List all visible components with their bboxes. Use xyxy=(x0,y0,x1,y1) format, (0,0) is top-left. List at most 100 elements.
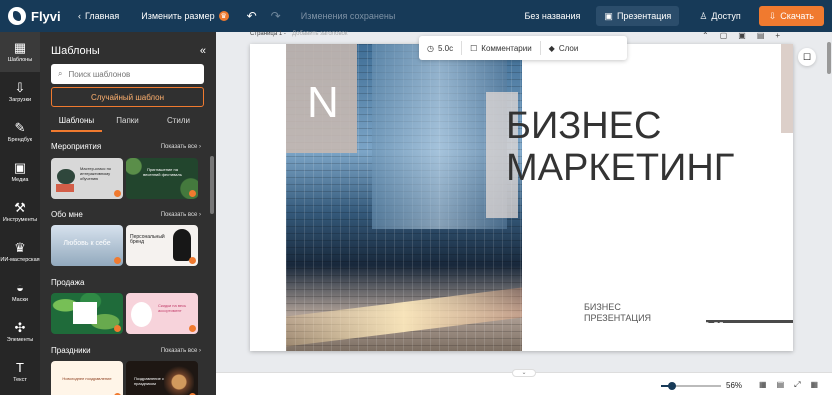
template-thumbnail-sale-1[interactable] xyxy=(51,293,123,334)
elements-icon: ✣ xyxy=(14,320,26,335)
section-events: Мероприятия Показать все › xyxy=(51,142,201,151)
chevron-up-icon[interactable]: ⌃ xyxy=(702,31,709,40)
zoom-slider-thumb[interactable] xyxy=(667,382,676,390)
comment-icon: ☐ xyxy=(802,51,812,62)
add-page-icon[interactable]: + xyxy=(775,31,780,40)
template-thumbnail-events-2[interactable]: Приглашение на весенний фестиваль xyxy=(126,158,198,199)
tab-folders[interactable]: Папки xyxy=(102,114,153,132)
text-icon: T xyxy=(16,360,24,375)
presentation-slide[interactable]: N БИЗНЕС МАРКЕТИНГ БИЗНЕС ПРЕЗЕНТАЦИЯ Fl… xyxy=(250,44,793,351)
layers-button[interactable]: ◆ Слои xyxy=(541,36,587,60)
nav-label: ИИ-мастерская xyxy=(0,257,40,263)
tab-styles[interactable]: Стили xyxy=(153,114,204,132)
duration-value: 5.0с xyxy=(437,43,454,53)
nav-label: Маски xyxy=(12,297,28,303)
resize-button[interactable]: Изменить размер ♛ xyxy=(141,11,229,21)
more-grid-icon[interactable]: ▦ xyxy=(811,380,819,390)
show-all-link[interactable]: Показать все › xyxy=(161,144,201,150)
nav-media[interactable]: ▣ Медиа xyxy=(0,152,40,192)
white-card xyxy=(73,302,97,324)
zoom-slider[interactable] xyxy=(661,382,721,390)
panel-title: Шаблоны xyxy=(51,45,100,57)
premium-badge xyxy=(114,190,121,197)
nav-text[interactable]: T Текст xyxy=(0,352,40,392)
collapse-icon[interactable]: « xyxy=(200,45,206,57)
chevron-left-icon: ‹ xyxy=(78,11,81,21)
grid-view-icon[interactable]: ▦ xyxy=(759,380,767,390)
slide-subtitle[interactable]: БИЗНЕС ПРЕЗЕНТАЦИЯ xyxy=(584,302,651,324)
undo-icon[interactable]: ↶ xyxy=(247,9,257,23)
nav-ai-workshop[interactable]: ♛ ИИ-мастерская xyxy=(0,232,40,272)
template-thumbnail-about-1[interactable]: Любовь к себе xyxy=(51,225,123,266)
premium-badge xyxy=(189,190,196,197)
media-icon: ▣ xyxy=(13,160,27,175)
pages-view-icon[interactable]: ▤ xyxy=(777,380,785,390)
show-all-link[interactable]: Показать все › xyxy=(161,212,201,218)
thumbnail-text: Приглашение на весенний фестиваль xyxy=(143,167,182,177)
back-home-label: Главная xyxy=(85,11,120,21)
comments-button[interactable]: ☐ Комментарии xyxy=(462,36,540,60)
template-thumbnail-about-2[interactable]: Персональный бренд xyxy=(126,225,198,266)
template-tabs: Шаблоны Папки Стили xyxy=(51,114,204,132)
file-name[interactable]: Без названия xyxy=(525,11,581,21)
slide-letter[interactable]: N xyxy=(307,78,339,128)
nav-elements[interactable]: ✣ Элементы xyxy=(0,312,40,352)
collapse-pages-handle[interactable]: ⌄ xyxy=(512,369,536,377)
template-thumbnail-sale-2[interactable]: Скидки на весь ассортимент xyxy=(126,293,198,334)
section-title: Обо мне xyxy=(51,210,83,219)
template-grid-icon: ▦ xyxy=(13,40,27,55)
slide-right-accent xyxy=(781,44,793,133)
duration-control[interactable]: ◷ 5.0с xyxy=(419,36,461,60)
workspace-scrollbar[interactable] xyxy=(827,42,831,74)
download-icon: ⇩ xyxy=(768,10,777,21)
floating-comment-button[interactable]: ☐ xyxy=(798,48,816,66)
download-button[interactable]: ⇩ Скачать xyxy=(758,6,824,26)
access-label: Доступ xyxy=(711,11,741,21)
template-thumbnail-holiday-1[interactable]: Новогоднее поздравление xyxy=(51,361,123,395)
upload-icon: ⇩ xyxy=(14,80,26,95)
section-title: Мероприятия xyxy=(51,142,102,151)
top-bar: Flyvi ‹ Главная Изменить размер ♛ ↶ ↷ Из… xyxy=(0,0,832,32)
copy-icon[interactable]: ▣ xyxy=(738,31,746,40)
monitor-icon: ▣ xyxy=(604,10,613,21)
section-holidays: Праздники Показать все › xyxy=(51,346,201,355)
premium-badge xyxy=(189,325,196,332)
search-input[interactable] xyxy=(68,69,189,79)
flyvi-logo[interactable]: Flyvi xyxy=(0,7,70,25)
presentation-label: Презентация xyxy=(616,11,672,21)
back-home-button[interactable]: ‹ Главная xyxy=(78,11,119,21)
slide-title[interactable]: БИЗНЕС МАРКЕТИНГ xyxy=(506,105,734,189)
tab-templates[interactable]: Шаблоны xyxy=(51,114,102,132)
random-template-button[interactable]: Случайный шаблон xyxy=(51,87,204,107)
premium-badge xyxy=(114,325,121,332)
delete-icon[interactable]: ▤ xyxy=(757,31,765,40)
nav-label: Элементы xyxy=(6,337,34,343)
access-button[interactable]: ♙ Доступ xyxy=(691,6,748,26)
left-navigation: ▦ Шаблоны ⇩ Загрузки ✎ Брендбук ▣ Медиа ⚒ Инс… xyxy=(0,32,40,395)
nav-brandbook[interactable]: ✎ Брендбук xyxy=(0,112,40,152)
nav-uploads[interactable]: ⇩ Загрузки xyxy=(0,72,40,112)
slide-floating-toolbar: ◷ 5.0с ☐ Комментарии ◆ Слои xyxy=(419,36,627,60)
premium-badge xyxy=(114,257,121,264)
nav-masks[interactable]: ◒ Маски xyxy=(0,272,40,312)
show-all-link[interactable]: Показать все › xyxy=(161,348,201,354)
template-thumbnail-events-1[interactable]: Мастер-класс по интерактивному обучению xyxy=(51,158,123,199)
panel-scrollbar[interactable] xyxy=(210,156,214,214)
brandbook-icon: ✎ xyxy=(14,120,26,135)
presentation-button[interactable]: ▣ Презентация xyxy=(596,6,680,26)
red-shape xyxy=(56,184,74,192)
duplicate-icon[interactable]: ▢ xyxy=(720,31,728,40)
page-actions: ⌃ ▢ ▣ ▤ + xyxy=(702,31,780,40)
mask-icon: ◒ xyxy=(16,280,24,295)
template-search[interactable]: ⌕ xyxy=(51,64,204,84)
template-thumbnail-holiday-2[interactable]: Поздравление с праздником xyxy=(126,361,198,395)
fullscreen-icon[interactable]: ⤢ xyxy=(794,380,800,390)
layers-icon: ◆ xyxy=(548,43,555,53)
microphone-graphic xyxy=(57,169,75,184)
add-page-title[interactable]: Добавить заголовок xyxy=(292,31,348,37)
show-all-label: Показать все xyxy=(160,211,198,218)
user-icon: ♙ xyxy=(699,10,708,21)
nav-templates[interactable]: ▦ Шаблоны xyxy=(0,32,40,72)
nav-tools[interactable]: ⚒ Инструменты xyxy=(0,192,40,232)
redo-icon[interactable]: ↷ xyxy=(271,9,281,23)
